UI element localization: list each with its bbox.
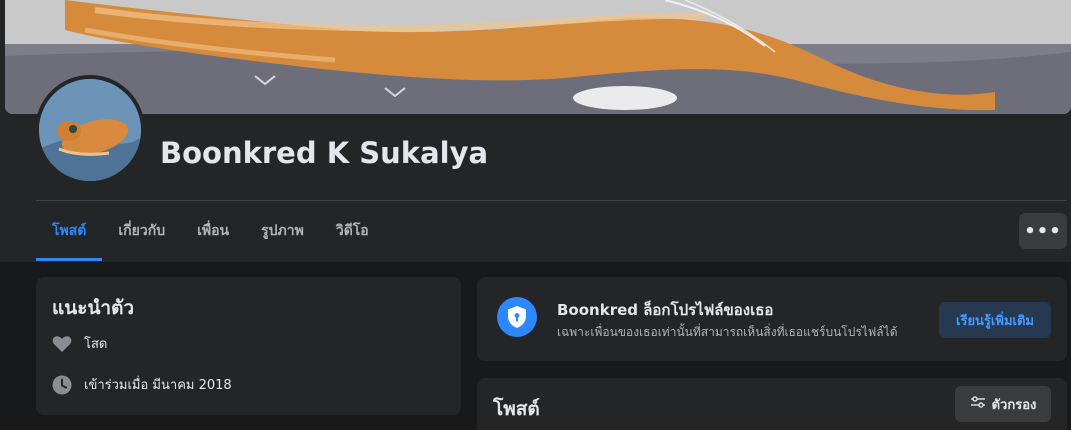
posts-card: โพสต์ ตัวกรอง — [477, 378, 1067, 430]
more-options-button[interactable]: ••• — [1019, 213, 1067, 249]
learn-more-button[interactable]: เรียนรู้เพิ่มเติม — [939, 302, 1051, 338]
heart-icon — [52, 334, 72, 354]
relationship-text: โสด — [84, 337, 108, 352]
tab-posts[interactable]: โพสต์ — [36, 202, 103, 261]
more-dots-icon: ••• — [1024, 220, 1062, 242]
header-divider — [36, 200, 1067, 201]
avatar-cat-image — [39, 79, 141, 181]
tab-about[interactable]: เกี่ยวกับ — [102, 202, 181, 260]
posts-title: โพสต์ — [493, 398, 540, 420]
intro-card: แนะนำตัว โสด เข้าร่วมเมื่อ มีนาคม 2018 — [36, 277, 461, 415]
locked-subtitle: เฉพาะเพื่อนของเธอเท่านั้นที่สามารถเห็นสิ… — [557, 325, 898, 339]
locked-profile-card: Boonkred ล็อกโปรไฟล์ของเธอ เฉพาะเพื่อนขอ… — [477, 277, 1067, 361]
relationship-row: โสด — [52, 333, 107, 354]
avatar — [39, 79, 141, 181]
cover-photo[interactable] — [5, 0, 1071, 114]
clock-icon — [52, 375, 72, 395]
shield-lock-icon — [497, 297, 537, 337]
sliders-icon — [970, 395, 986, 413]
locked-title: Boonkred ล็อกโปรไฟล์ของเธอ — [557, 301, 774, 319]
joined-text: เข้าร่วมเมื่อ มีนาคม 2018 — [84, 378, 232, 393]
tab-videos[interactable]: วิดีโอ — [320, 202, 385, 260]
profile-name: Boonkred K Sukalya — [160, 136, 489, 170]
joined-row: เข้าร่วมเมื่อ มีนาคม 2018 — [52, 374, 232, 395]
intro-title: แนะนำตัว — [52, 297, 135, 319]
profile-tabs: โพสต์ เกี่ยวกับ เพื่อน รูปภาพ วิดีโอ — [36, 202, 385, 261]
filter-button[interactable]: ตัวกรอง — [955, 386, 1051, 422]
tab-friends[interactable]: เพื่อน — [181, 202, 245, 260]
profile-avatar[interactable] — [35, 75, 145, 185]
cover-cat-image — [5, 0, 1071, 114]
tab-photos[interactable]: รูปภาพ — [245, 202, 320, 260]
filter-label: ตัวกรอง — [991, 397, 1037, 413]
